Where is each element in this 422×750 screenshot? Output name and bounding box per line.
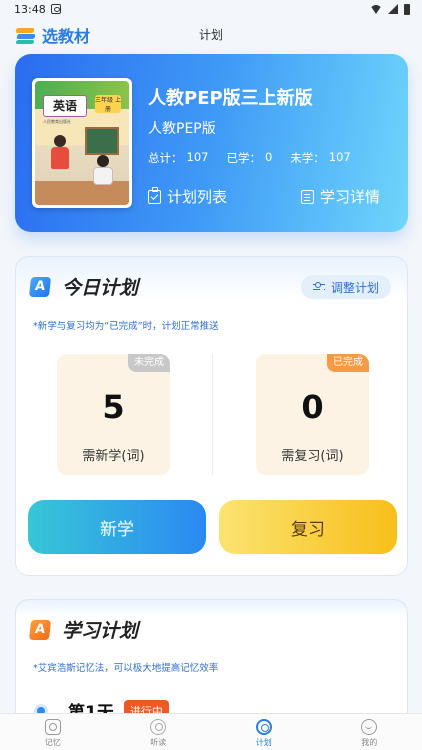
book-title: 人教PEP版三上新版 [148,88,313,109]
sliders-icon [312,282,325,292]
status-time: 13:48 [14,2,46,16]
wifi-icon [370,4,382,14]
status-right [370,3,410,15]
plan-list-button[interactable]: 计划列表 [148,186,227,207]
stat-total-value: 107 [186,150,209,164]
stat-unlearned: 未学： 107 [290,150,350,166]
book-card: 英语 三年级 上册 人民教育出版社 人教PEP版三上新版 人教PEP版 总计： … [15,54,408,232]
app-header: 选教材 计划 [0,18,422,50]
book-card-actions: 计划列表 学习详情 [148,186,380,207]
section-a-icon: A [28,276,52,297]
stat-learned-label: 已学： [226,151,261,165]
book-stats: 总计： 107 已学： 0 未学： 107 [148,150,351,166]
plan-list-label: 计划列表 [167,188,228,206]
cover-title: 英语 [43,95,87,117]
tab-memory-label: 记忆 [44,738,61,747]
tab-plan-label: 计划 [255,738,272,747]
study-detail-label: 学习详情 [319,188,380,206]
tab-plan[interactable]: 计划 [224,714,304,748]
tab-listen[interactable]: 听读 [118,714,198,748]
document-icon [300,189,314,204]
stat-total-label: 总计： [148,151,183,165]
study-plan-panel: A 学习计划 *艾宾浩斯记忆法，可以极大地提高记忆效率 第1天 进行中 [15,599,408,729]
stat-unlearned-value: 107 [328,150,351,164]
plan-icon [255,719,272,735]
review-words-status-badge: 已完成 [327,354,369,372]
listen-icon [150,719,167,735]
tab-listen-label: 听读 [150,738,167,747]
clipboard-check-icon [148,186,161,204]
memory-icon [44,719,61,735]
adjust-plan-button[interactable]: 调整计划 [300,275,391,299]
review-words-count: 0 [301,388,324,426]
today-plan-header: A 今日计划 [28,273,139,300]
new-words-label: 需新学(词) [82,449,145,464]
signal-icon [388,4,398,14]
battery-icon [404,3,410,15]
mine-icon [361,719,378,735]
review-words-card: 已完成 0 需复习(词) [256,354,369,475]
book-cover-image[interactable]: 英语 三年级 上册 人民教育出版社 [32,78,132,208]
book-cover-illustration: 英语 三年级 上册 人民教育出版社 [35,81,129,205]
tab-mine-label: 我的 [361,738,378,747]
page-title: 计划 [198,28,223,42]
study-detail-button[interactable]: 学习详情 [300,186,380,207]
today-plan-panel: A 今日计划 调整计划 *新学与复习均为“已完成”时，计划正常推送 未完成 5 … [15,256,408,576]
study-plan-note: *艾宾浩斯记忆法，可以极大地提高记忆效率 [33,663,219,674]
new-words-status-badge: 未完成 [128,354,170,372]
today-plan-note: *新学与复习均为“已完成”时，计划正常推送 [33,321,219,332]
new-study-button[interactable]: 新学 [28,500,206,554]
study-plan-title: 学习计划 [62,620,139,642]
notification-icon [50,4,61,14]
review-words-label: 需复习(词) [281,449,344,464]
cover-publisher: 人民教育出版社 [43,119,71,124]
status-left: 13:48 [14,3,61,16]
cover-grade: 三年级 上册 [95,95,121,113]
status-bar: 13:48 [0,0,422,18]
stat-total: 总计： 107 [148,150,208,166]
study-plan-header: A 学习计划 [28,616,139,643]
tab-memory[interactable]: 记忆 [13,714,93,748]
divider [212,354,213,475]
new-words-count: 5 [102,388,125,426]
review-button[interactable]: 复习 [219,500,397,554]
bottom-tab-bar: 记忆 听读 计划 我的 [0,713,422,750]
new-words-card: 未完成 5 需新学(词) [57,354,170,475]
section-a-icon: A [28,619,52,640]
adjust-plan-label: 调整计划 [330,280,379,295]
stat-unlearned-label: 未学： [290,151,325,165]
today-plan-title: 今日计划 [62,277,139,299]
stat-learned: 已学： 0 [226,150,272,166]
book-edition: 人教PEP版 [148,121,216,137]
tab-mine[interactable]: 我的 [329,714,409,748]
stat-learned-value: 0 [264,150,273,164]
